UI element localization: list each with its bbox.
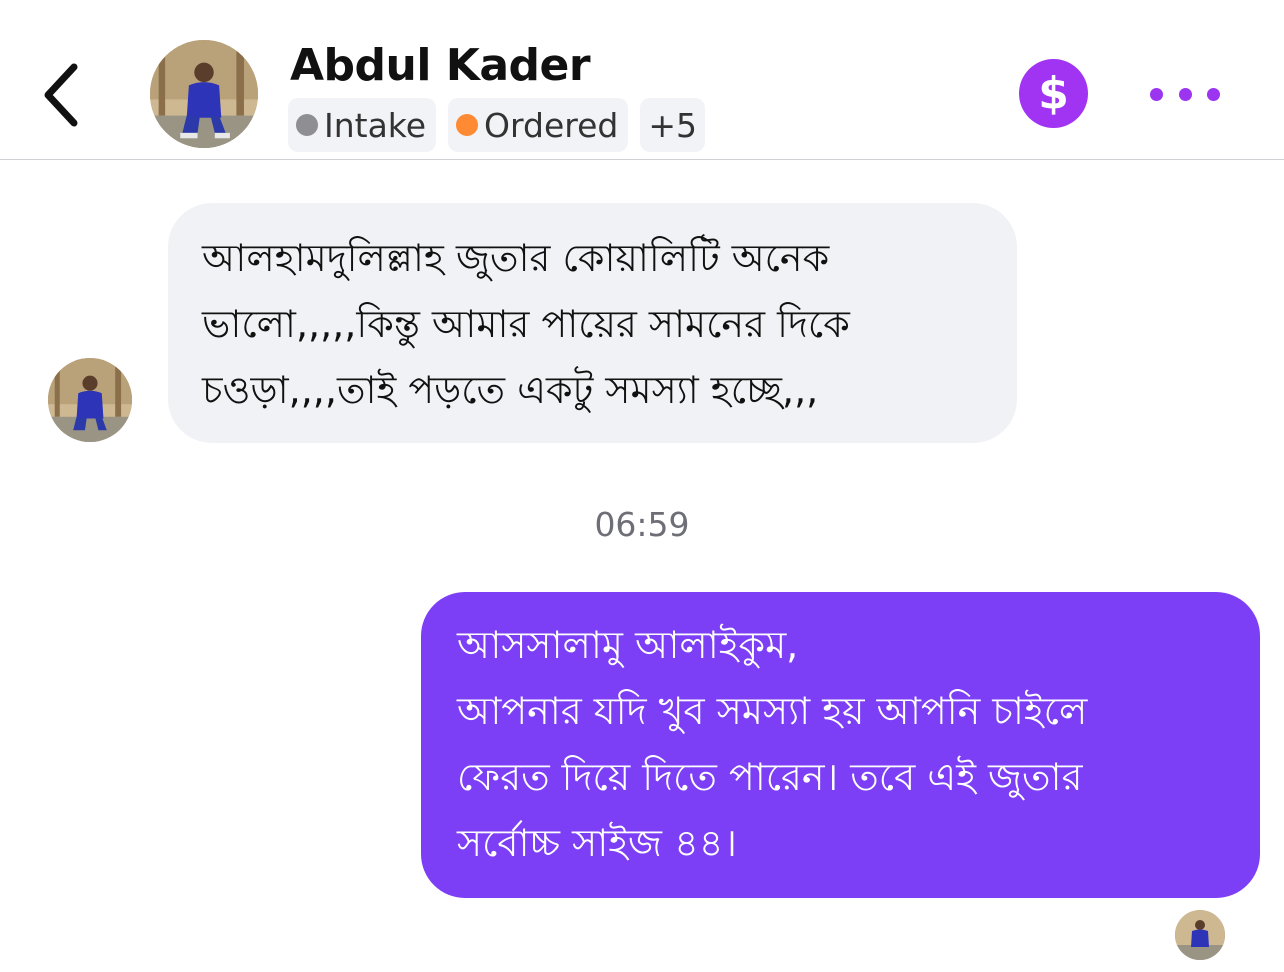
contact-tags: Intake Ordered +5 bbox=[288, 98, 706, 152]
back-button[interactable] bbox=[30, 60, 90, 130]
message-timestamp: 06:59 bbox=[594, 505, 690, 544]
incoming-message-bubble[interactable]: আলহামদুলিল্লাহ জুতার কোয়ালিটি অনেক ভালো… bbox=[168, 203, 1017, 443]
dollar-icon: $ bbox=[1038, 68, 1069, 119]
avatar-photo bbox=[150, 40, 258, 148]
read-receipt-avatar bbox=[1175, 910, 1225, 960]
outgoing-message-bubble[interactable]: আসসালামু আলাইকুম, আপনার যদি খুব সমস্যা হ… bbox=[421, 592, 1260, 898]
tag-label: Intake bbox=[324, 105, 427, 145]
avatar-photo bbox=[1175, 910, 1225, 960]
more-horizontal-icon bbox=[1207, 87, 1220, 101]
tag-label: Ordered bbox=[484, 105, 619, 145]
payment-button[interactable]: $ bbox=[1019, 59, 1088, 128]
contact-avatar[interactable] bbox=[150, 40, 258, 148]
more-horizontal-icon bbox=[1178, 87, 1192, 101]
more-tags-label: +5 bbox=[648, 105, 698, 145]
tag-ordered[interactable]: Ordered bbox=[448, 98, 629, 152]
chat-header: Abdul Kader Intake Ordered +5 $ bbox=[0, 0, 1284, 160]
contact-name[interactable]: Abdul Kader bbox=[290, 40, 591, 91]
tag-status-dot bbox=[456, 114, 479, 136]
chevron-left-icon bbox=[44, 63, 78, 127]
tag-status-dot bbox=[296, 114, 318, 136]
tag-intake[interactable]: Intake bbox=[288, 98, 437, 152]
more-tags-button[interactable]: +5 bbox=[640, 98, 706, 152]
more-options-button[interactable] bbox=[1150, 78, 1220, 110]
more-horizontal-icon bbox=[1150, 87, 1163, 101]
avatar-photo bbox=[48, 358, 132, 442]
sender-avatar[interactable] bbox=[48, 358, 132, 442]
